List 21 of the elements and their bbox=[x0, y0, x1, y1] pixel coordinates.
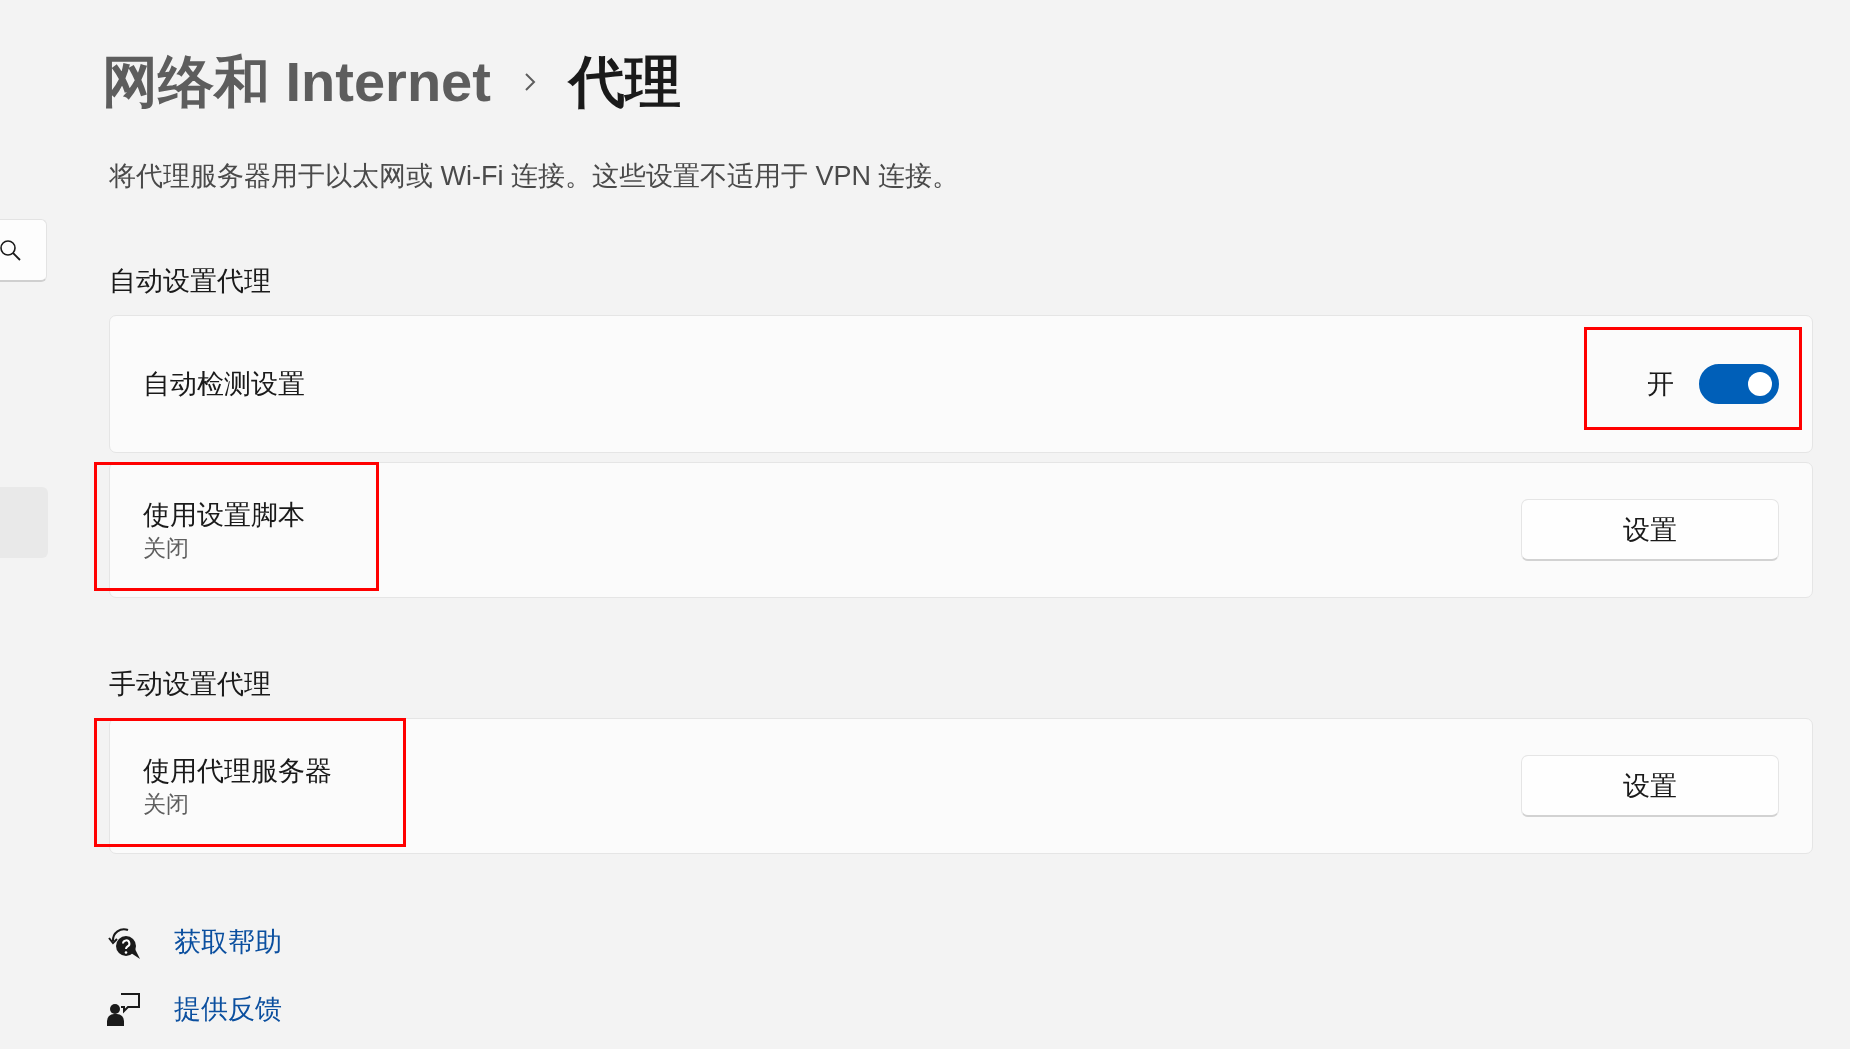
page-description: 将代理服务器用于以太网或 Wi-Fi 连接。这些设置不适用于 VPN 连接。 bbox=[109, 160, 960, 193]
setting-title: 使用设置脚本 bbox=[143, 499, 305, 532]
setup-button[interactable]: 设置 bbox=[1521, 499, 1779, 561]
toggle-switch[interactable] bbox=[1699, 364, 1779, 404]
feedback-link[interactable]: 提供反馈 bbox=[174, 991, 282, 1027]
search-icon bbox=[0, 239, 22, 261]
section-heading: 自动设置代理 bbox=[109, 265, 271, 298]
page-title: 代理 bbox=[568, 49, 681, 115]
question-bubble-icon bbox=[107, 925, 140, 959]
chevron-icon bbox=[522, 70, 537, 93]
search-field[interactable] bbox=[0, 219, 47, 282]
setup-button[interactable]: 设置 bbox=[1521, 755, 1779, 817]
setting-status: 关闭 bbox=[143, 534, 190, 563]
help-link[interactable]: 获取帮助 bbox=[174, 924, 282, 960]
setting-status: 关闭 bbox=[143, 790, 190, 819]
setting-title: 自动检测设置 bbox=[143, 368, 305, 401]
breadcrumb-link[interactable]: 网络和 Internet bbox=[102, 48, 491, 115]
toggle-label: 开 bbox=[1647, 368, 1674, 401]
section-heading: 手动设置代理 bbox=[109, 668, 271, 701]
person-speech-icon bbox=[107, 992, 140, 1026]
setting-title: 使用代理服务器 bbox=[143, 755, 332, 788]
